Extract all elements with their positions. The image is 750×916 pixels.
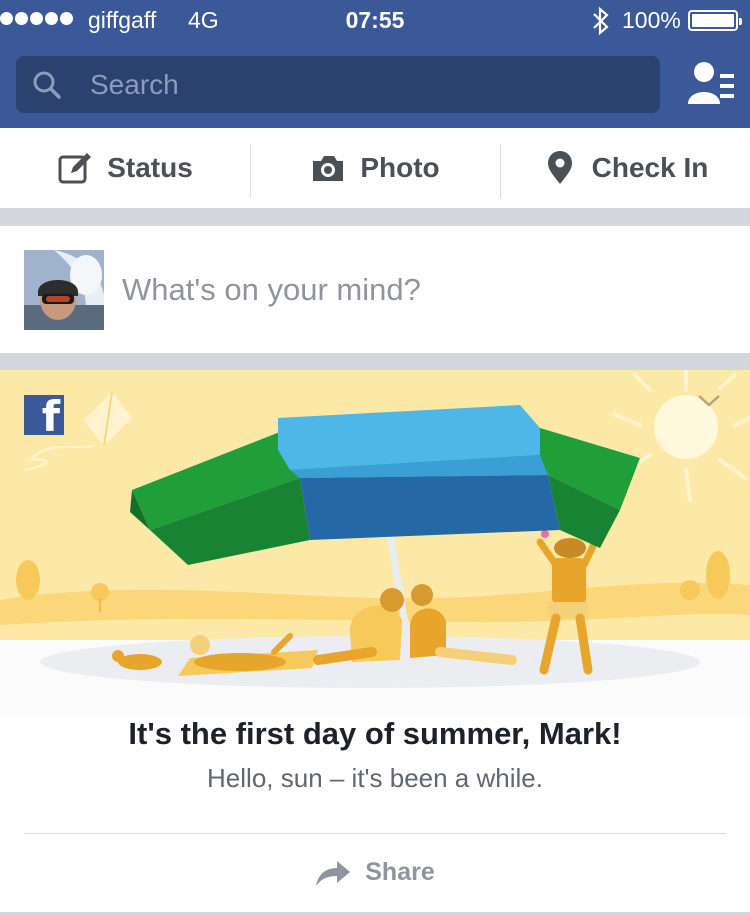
status-button[interactable]: Status <box>0 128 250 208</box>
composer-prompt: What's on your mind? <box>122 272 421 307</box>
search-input[interactable]: Search <box>16 56 660 113</box>
status-label: Status <box>107 152 193 183</box>
search-icon <box>33 71 61 99</box>
friend-requests-icon[interactable] <box>686 60 736 108</box>
battery-icon <box>688 10 742 31</box>
photo-label: Photo <box>360 152 440 183</box>
search-placeholder: Search <box>90 69 179 100</box>
share-label: Share <box>365 858 435 886</box>
card-subline: Hello, sun – it's been a while. <box>207 763 543 793</box>
share-icon <box>316 860 351 886</box>
check-in-label: Check In <box>591 152 709 183</box>
card-divider <box>24 833 726 834</box>
photo-button[interactable]: Photo <box>250 128 500 208</box>
status-bar: giffgaff 4G 07:55 100% <box>0 0 750 42</box>
bluetooth-icon <box>593 6 609 36</box>
app-header: giffgaff 4G 07:55 100% Search <box>0 0 750 128</box>
summer-greeting-card: f It's the first day of summer, Mark! He… <box>0 370 750 916</box>
edit-icon <box>58 153 92 184</box>
section-divider <box>0 208 750 226</box>
card-headline: It's the first day of summer, Mark! <box>128 716 622 751</box>
share-button[interactable]: Share <box>0 858 750 887</box>
section-divider <box>0 912 750 916</box>
section-divider <box>0 353 750 370</box>
battery-percentage: 100% <box>622 7 681 33</box>
camera-icon <box>313 156 344 181</box>
composer-action-bar: Status Photo Check In <box>0 128 750 208</box>
status-composer[interactable]: What's on your mind? <box>0 226 750 353</box>
location-pin-icon <box>547 151 572 184</box>
facebook-logo-icon: f <box>24 392 64 441</box>
avatar <box>24 250 104 330</box>
check-in-button[interactable]: Check In <box>500 128 750 208</box>
summer-illustration: f <box>0 370 750 715</box>
chevron-down-icon[interactable] <box>696 392 722 410</box>
